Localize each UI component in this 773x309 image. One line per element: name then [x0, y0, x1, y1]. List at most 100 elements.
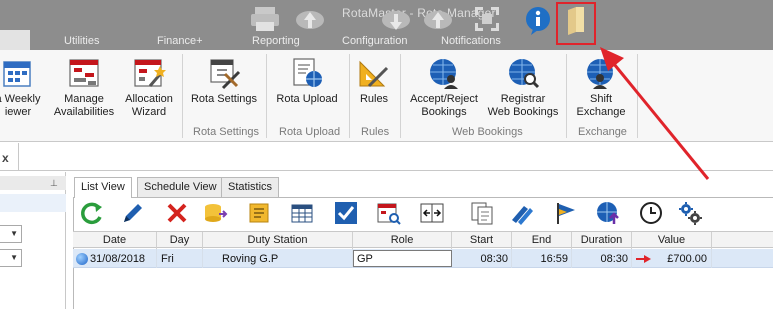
swap-columns-icon[interactable] — [419, 200, 445, 226]
availability-grid-icon — [67, 56, 101, 90]
document-tab-strip: x — [0, 143, 773, 171]
chevron-down-icon: ▼ — [10, 253, 18, 262]
rota-settings-button[interactable]: Rota Settings — [188, 56, 260, 106]
group-label-web-bookings: Web Bookings — [452, 126, 523, 138]
shift-exchange-button[interactable]: Shift Exchange — [570, 56, 632, 119]
tab-reporting[interactable]: Reporting — [252, 35, 300, 47]
close-icon[interactable]: x — [2, 151, 9, 165]
allocation-wizard-label-2: Wizard — [131, 106, 167, 118]
ribbon: a Weekly iewer Manage Availabilities All… — [0, 50, 773, 142]
filter-dropdown[interactable]: ▼ — [0, 225, 22, 243]
edit-icon[interactable] — [120, 200, 146, 226]
cell-day: Fri — [157, 249, 203, 268]
cell-duty-station: Roving G.P — [203, 249, 353, 268]
edit-multiple-icon[interactable] — [509, 200, 535, 226]
tab-configuration[interactable]: Configuration — [342, 35, 407, 47]
rota-upload-label: Rota Upload — [276, 93, 338, 105]
globe-user-icon — [427, 56, 461, 90]
group-label-exchange: Exchange — [578, 126, 627, 138]
flag-icon[interactable] — [553, 200, 579, 226]
refresh-icon[interactable] — [79, 200, 105, 226]
allocation-wizard-button[interactable]: Allocation Wizard — [122, 56, 176, 119]
filter-dropdown-2[interactable]: ▼ — [0, 249, 22, 267]
column-header-start[interactable]: Start — [452, 232, 512, 249]
left-panel: ⊥ ▼ ▼ — [0, 172, 66, 309]
table-row[interactable]: 31/08/2018 Fri Roving G.P GP 08:30 16:59… — [73, 249, 773, 268]
allocation-wizard-label: Allocation — [125, 93, 173, 105]
globe-upload-icon[interactable] — [595, 200, 621, 226]
globe-search-icon — [506, 56, 540, 90]
rota-weekly-viewer-label: a Weekly — [0, 93, 41, 105]
column-header-date[interactable]: Date — [73, 232, 157, 249]
column-header-end[interactable]: End — [512, 232, 572, 249]
group-separator — [566, 54, 567, 138]
tab-statistics[interactable]: Statistics — [221, 177, 280, 197]
calendar-search-icon[interactable] — [376, 200, 402, 226]
group-label-rules: Rules — [361, 126, 390, 138]
copy-icon[interactable] — [469, 200, 495, 226]
tab-finance[interactable]: Finance+ — [157, 35, 203, 47]
doc-divider — [18, 143, 19, 171]
group-label-rota-upload: Rota Upload — [279, 126, 341, 138]
registrar-label: Registrar — [500, 93, 546, 105]
tab-schedule-view[interactable]: Schedule View — [137, 177, 224, 197]
title-bar: RotaMaster - Rota Manager Utilities Fina… — [0, 0, 773, 50]
left-panel-header: ⊥ — [0, 176, 66, 190]
rota-settings-label: Rota Settings — [190, 93, 258, 105]
shift-exchange-label-2: Exchange — [576, 106, 626, 118]
left-panel-band — [0, 194, 66, 212]
rota-upload-button[interactable]: Rota Upload — [272, 56, 342, 106]
globe-icon — [76, 253, 88, 265]
table-icon[interactable] — [289, 200, 315, 226]
rota-weekly-viewer-label-2: iewer — [4, 106, 32, 118]
chevron-down-icon: ▼ — [10, 229, 18, 238]
accept-reject-bookings-button[interactable]: Accept/Reject Bookings — [406, 56, 482, 119]
manage-availabilities-button[interactable]: Manage Availabilities — [52, 56, 116, 119]
group-separator — [266, 54, 267, 138]
cell-start: 08:30 — [452, 249, 512, 268]
rota-weekly-viewer-button[interactable]: a Weekly iewer — [0, 56, 44, 119]
manage-availabilities-label: Manage — [64, 93, 104, 105]
group-separator — [400, 54, 401, 138]
column-header-day[interactable]: Day — [157, 232, 203, 249]
calendar-icon — [1, 56, 35, 90]
rules-label: Rules — [359, 93, 389, 105]
cell-end: 16:59 — [512, 249, 572, 268]
column-header-value[interactable]: Value — [632, 232, 712, 249]
rules-button[interactable]: Rules — [354, 56, 394, 106]
accept-reject-label-2: Bookings — [421, 106, 467, 118]
checkbox-icon[interactable] — [333, 200, 359, 226]
settings-tools-icon — [207, 56, 241, 90]
group-separator — [182, 54, 183, 138]
column-header-duty-station[interactable]: Duty Station — [203, 232, 353, 249]
database-export-icon[interactable] — [202, 200, 228, 226]
manage-availabilities-label-2: Availabilities — [53, 106, 115, 118]
tab-utilities[interactable]: Utilities — [64, 35, 99, 47]
delete-icon[interactable] — [164, 200, 190, 226]
accept-reject-label: Accept/Reject — [410, 93, 478, 105]
tab-notifications[interactable]: Notifications — [441, 35, 501, 47]
registrar-label-2: Web Bookings — [487, 106, 559, 118]
group-label-rota-settings: Rota Settings — [193, 126, 260, 138]
tab-active[interactable] — [0, 30, 30, 50]
upload-globe-icon — [290, 56, 324, 90]
cell-date: 31/08/2018 — [90, 249, 157, 268]
cell-role[interactable]: GP — [353, 250, 452, 267]
column-header-role[interactable]: Role — [353, 232, 452, 249]
ruler-triangle-icon — [357, 56, 391, 90]
clock-icon[interactable] — [638, 200, 664, 226]
registrar-web-bookings-button[interactable]: Registrar Web Bookings — [484, 56, 562, 119]
tab-list-view[interactable]: List View — [74, 177, 132, 198]
cell-value: £700.00 — [632, 249, 712, 268]
globe-exchange-icon — [584, 56, 618, 90]
grid-header: Date Day Duty Station Role Start End Dur… — [73, 231, 773, 249]
shift-exchange-label: Shift — [589, 93, 612, 105]
wizard-icon — [132, 56, 166, 90]
document-list-icon[interactable] — [246, 200, 272, 226]
ribbon-tabs: Utilities Finance+ Reporting Configurati… — [0, 30, 773, 50]
pin-icon[interactable]: ⊥ — [50, 178, 58, 189]
settings-icon[interactable] — [677, 200, 703, 226]
group-separator — [637, 54, 638, 138]
cell-duration: 08:30 — [572, 249, 632, 268]
column-header-duration[interactable]: Duration — [572, 232, 632, 249]
